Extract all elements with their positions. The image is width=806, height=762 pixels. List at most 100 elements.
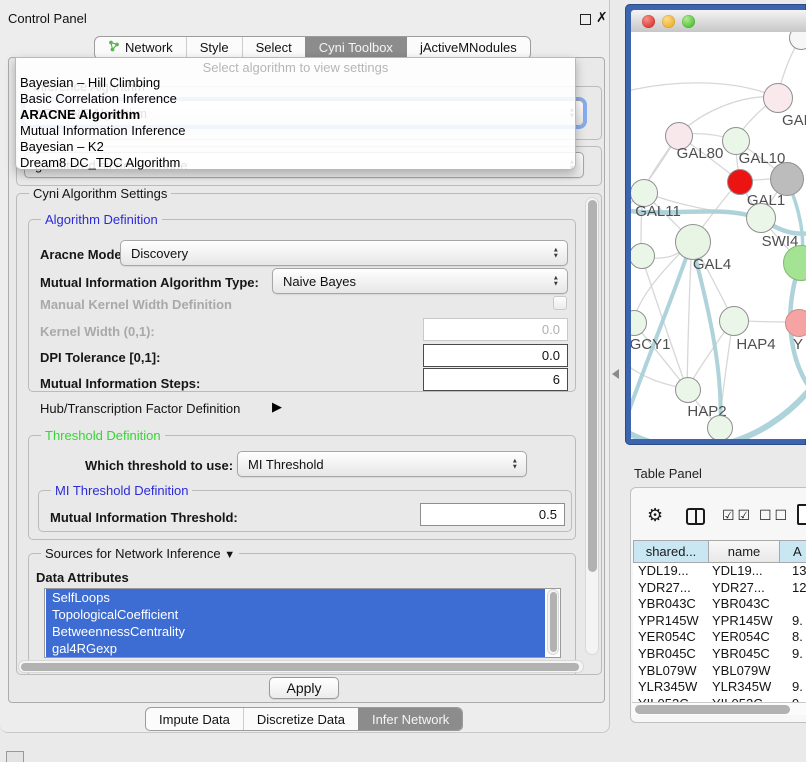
network-node-salmon[interactable] — [785, 309, 806, 337]
algorithm-dropdown-popup: Select algorithm to view settings Bayesi… — [15, 57, 576, 170]
tab-network[interactable]: Network — [95, 37, 186, 58]
tab-discretize-data[interactable]: Discretize Data — [243, 708, 358, 730]
combo-arrows-icon: ▲▼ — [512, 459, 518, 470]
network-node-label-gcy1: GCY1 — [631, 336, 670, 353]
table-row[interactable]: YPR145WYPR145W9. — [633, 613, 806, 630]
aracne-mode-combo[interactable]: Discovery ▲▼ — [120, 240, 568, 266]
table-row[interactable]: YDL19...YDL19...13 — [633, 563, 806, 580]
table-cell — [779, 596, 806, 613]
traffic-light-zoom-icon[interactable] — [682, 15, 695, 28]
tab-label: Style — [200, 40, 229, 55]
network-window-titlebar[interactable] — [631, 10, 806, 33]
threshold-definition-title: Threshold Definition — [41, 428, 165, 443]
popup-item-bayesian-hill-climbing[interactable]: Bayesian – Hill Climbing — [16, 75, 575, 91]
tab-infer-network[interactable]: Infer Network — [358, 708, 462, 730]
network-node-gal4[interactable] — [675, 224, 711, 260]
table-cell: 12 — [779, 580, 806, 597]
attributes-list-scrollbar[interactable] — [547, 589, 559, 655]
table-horizontal-scrollbar[interactable] — [632, 702, 806, 715]
table-row[interactable]: YBR045CYBR045C9. — [633, 646, 806, 663]
network-node-gal7[interactable] — [763, 83, 793, 113]
table-row[interactable]: YDR27...YDR27...12 — [633, 580, 806, 597]
table-cell: 9. — [779, 613, 806, 630]
corner-grip[interactable] — [6, 751, 24, 762]
float-window-icon[interactable] — [580, 14, 591, 25]
unchecked-boxes-icon[interactable]: ☐☐ — [759, 507, 790, 524]
settings-horizontal-scrollbar[interactable] — [18, 660, 584, 673]
table-row[interactable]: YER054CYER054C8. — [633, 629, 806, 646]
attribute-item-topologicalcoefficient[interactable]: TopologicalCoefficient — [46, 606, 545, 623]
dpi-tolerance-field[interactable]: 0.0 — [423, 344, 568, 367]
sources-group-title: Sources for Network Inference ▼ — [41, 546, 239, 561]
manual-kernel-width-label: Manual Kernel Width Definition — [40, 297, 232, 312]
screen: Control Panel ✗ NetworkStyleSelectCyni T… — [0, 0, 806, 762]
table-row[interactable]: YBL079WYBL079W — [633, 663, 806, 680]
cyni-settings-title: Cyni Algorithm Settings — [29, 186, 171, 201]
checked-boxes-icon[interactable]: ☑☑ — [722, 507, 753, 524]
column-header-name[interactable]: name — [709, 541, 780, 562]
popup-item-mutual-information-inference[interactable]: Mutual Information Inference — [16, 123, 575, 139]
mi-steps-field[interactable]: 6 — [423, 368, 568, 391]
mi-algorithm-type-label: Mutual Information Algorithm Type: — [40, 275, 259, 290]
popup-item-basic-correlation-inference[interactable]: Basic Correlation Inference — [16, 91, 575, 107]
network-node-swi4[interactable] — [746, 203, 776, 233]
network-node-label-hap4: HAP4 — [736, 336, 775, 353]
tab-jactivemnodules[interactable]: jActiveMNodules — [406, 37, 530, 58]
table-cell — [779, 663, 806, 680]
tab-style[interactable]: Style — [186, 37, 242, 58]
network-node-hap4[interactable] — [719, 306, 749, 336]
table-header: shared...nameA — [633, 540, 806, 563]
traffic-light-minimize-icon[interactable] — [662, 15, 675, 28]
table-cell: 8. — [779, 629, 806, 646]
table-cell: YBR043C — [633, 596, 708, 613]
dpi-tolerance-label: DPI Tolerance [0,1]: — [40, 350, 160, 365]
traffic-light-close-icon[interactable] — [642, 15, 655, 28]
table-cell: YLR345W — [708, 679, 779, 696]
data-attributes-label: Data Attributes — [36, 570, 129, 585]
splitter-collapse-icon[interactable] — [612, 369, 619, 379]
popup-item-aracne-algorithm[interactable]: ARACNE Algorithm — [16, 107, 575, 123]
close-icon[interactable]: ✗ — [596, 9, 608, 26]
attribute-item-selfloops[interactable]: SelfLoops — [46, 589, 545, 606]
table-row[interactable]: YLR345WYLR345W9. — [633, 679, 806, 696]
table-cell: YPR145W — [633, 613, 708, 630]
tab-label: Select — [256, 40, 292, 55]
combo-arrows-icon: ▲▼ — [553, 276, 559, 287]
table-rows: YDL19...YDL19...13YDR27...YDR27...12YBR0… — [633, 563, 806, 702]
network-node-gray[interactable] — [770, 162, 804, 196]
attribute-item-gal4rgexp[interactable]: gal4RGexp — [46, 640, 545, 657]
popup-item-bayesian-k2[interactable]: Bayesian – K2 — [16, 139, 575, 155]
popup-item-dream8-dc-tdc-algorithm[interactable]: Dream8 DC_TDC Algorithm — [16, 155, 575, 171]
mi-algorithm-type-combo[interactable]: Naive Bayes ▲▼ — [272, 268, 568, 294]
network-node-bottom-pale[interactable] — [707, 415, 733, 439]
kernel-width-field[interactable]: 0.0 — [423, 318, 568, 341]
column-header-a[interactable]: A — [780, 541, 806, 562]
tab-label: jActiveMNodules — [420, 40, 517, 55]
apply-button[interactable]: Apply — [269, 677, 339, 699]
tab-cyni-toolbox[interactable]: Cyni Toolbox — [305, 37, 406, 58]
attribute-item-betweennesscentrality[interactable]: BetweennessCentrality — [46, 623, 545, 640]
network-canvas[interactable]: GALGAL80GAL10GAL1GAL11SWI4GAL4GCY1HAP4YH… — [631, 32, 806, 439]
tab-impute-data[interactable]: Impute Data — [146, 708, 243, 730]
manual-kernel-width-checkbox[interactable] — [553, 296, 567, 310]
gear-icon[interactable]: ⚙ — [647, 505, 663, 526]
column-header-shared[interactable]: shared... — [634, 541, 709, 562]
split-columns-icon[interactable] — [686, 508, 705, 525]
tab-label: Network — [125, 40, 173, 55]
data-attributes-list[interactable]: SelfLoopsTopologicalCoefficientBetweenne… — [44, 588, 561, 658]
tab-select[interactable]: Select — [242, 37, 305, 58]
table-cell: YPR145W — [708, 613, 779, 630]
mi-threshold-field[interactable]: 0.5 — [420, 503, 565, 526]
table-cell: YDR27... — [708, 580, 779, 597]
sources-collapse-arrow-icon[interactable]: ▼ — [224, 549, 235, 561]
which-threshold-combo[interactable]: MI Threshold ▲▼ — [237, 451, 527, 477]
popup-placeholder: Select algorithm to view settings — [16, 60, 575, 75]
hub-expand-arrow-icon[interactable]: ▶ — [272, 399, 282, 415]
table-row[interactable]: YBR043CYBR043C — [633, 596, 806, 613]
settings-vertical-scrollbar[interactable] — [585, 197, 599, 655]
table-cell: YBR045C — [708, 646, 779, 663]
tab-label: Infer Network — [372, 712, 449, 727]
algorithm-definition-title: Algorithm Definition — [41, 212, 162, 227]
document-icon[interactable] — [797, 504, 806, 525]
network-node-hap2[interactable] — [675, 377, 701, 403]
